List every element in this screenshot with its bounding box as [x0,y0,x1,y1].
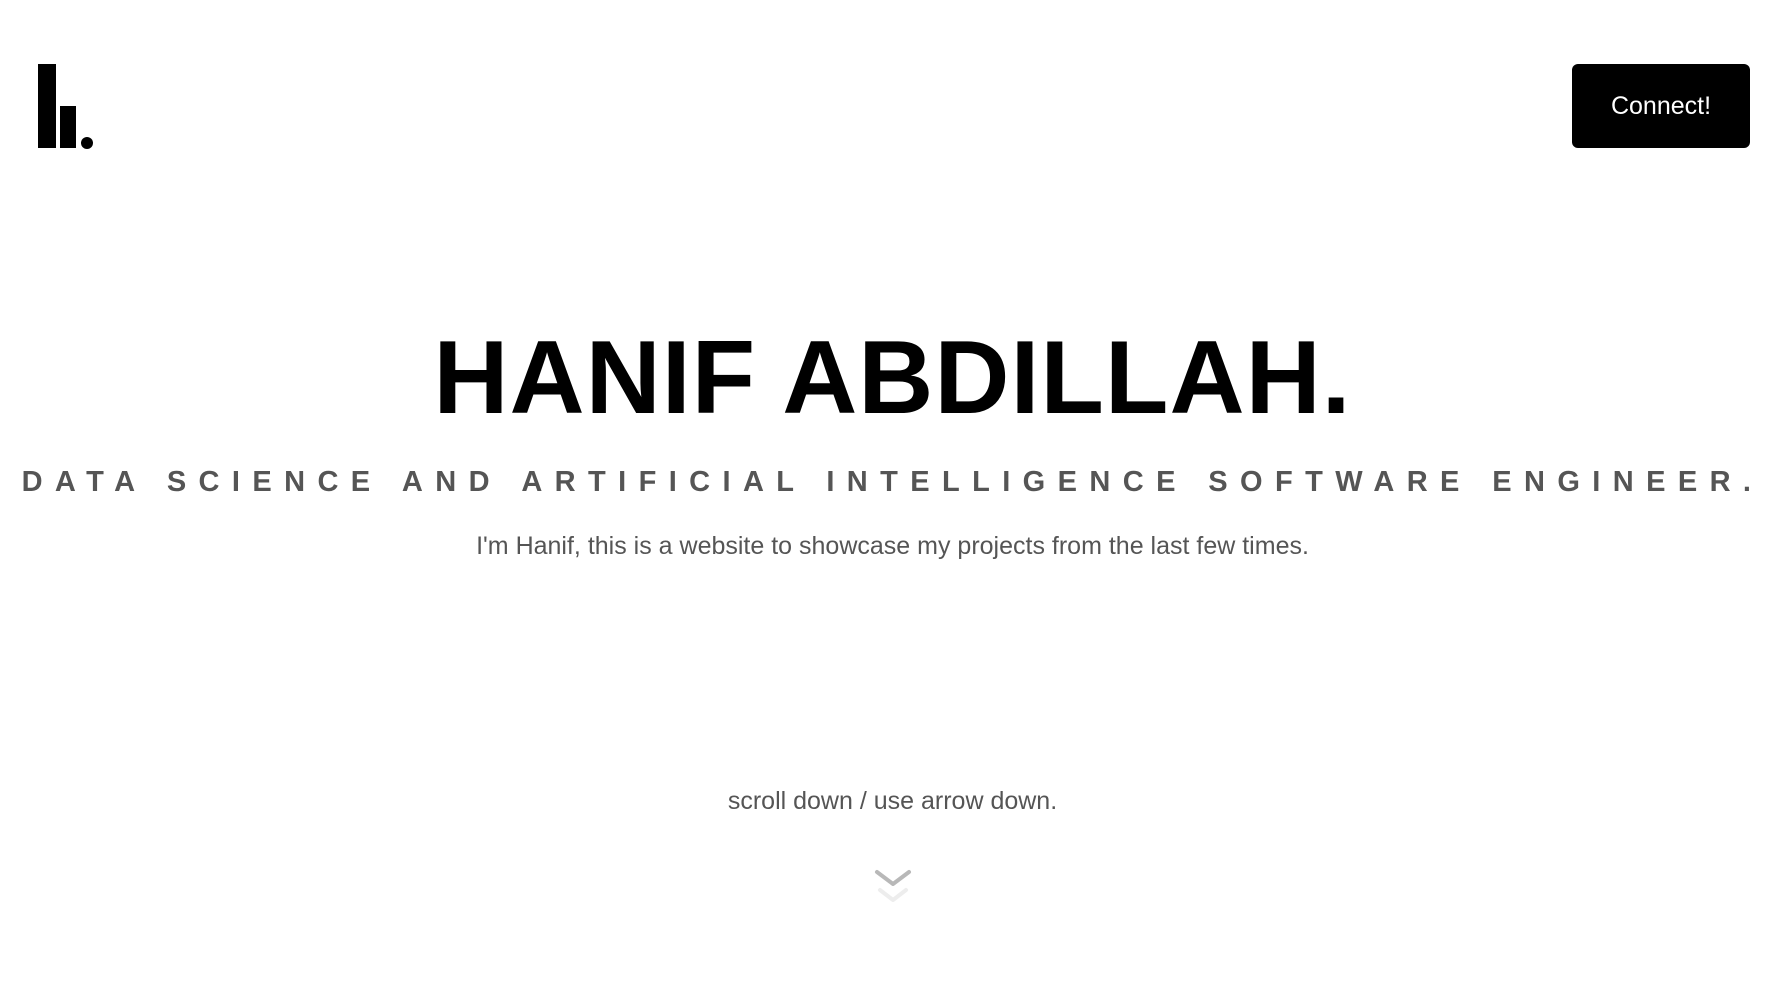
hero-name: HANIF ABDILLAH. [433,320,1352,436]
brand-logo-icon[interactable] [38,64,94,150]
chevron-down-icon[interactable] [874,868,912,908]
scroll-hint: scroll down / use arrow down. [727,787,1058,815]
connect-button[interactable]: Connect! [1572,64,1750,148]
hero-role: DATA SCIENCE AND ARTIFICIAL INTELLIGENCE… [21,466,1764,498]
hero-intro: I'm Hanif, this is a website to showcase… [476,532,1309,560]
